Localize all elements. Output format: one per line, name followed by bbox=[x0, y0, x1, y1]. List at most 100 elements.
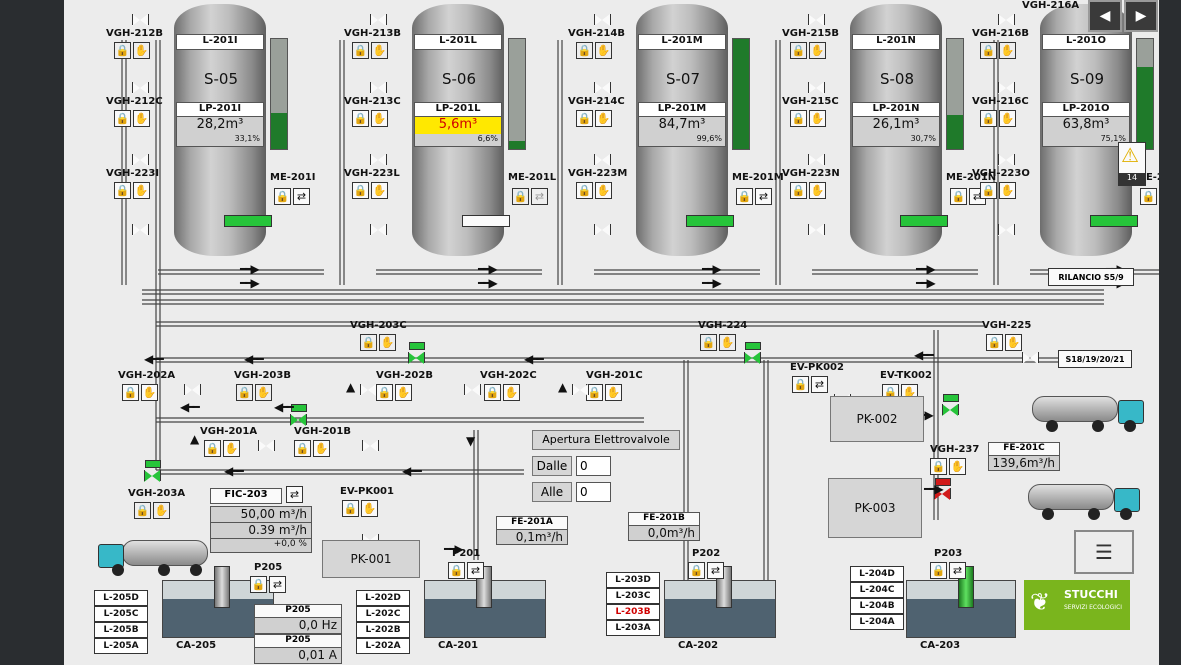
menu-button[interactable]: ☰ bbox=[1074, 530, 1134, 574]
lock-icon[interactable]: 🔒 bbox=[294, 440, 311, 457]
valve-symbol[interactable] bbox=[258, 440, 275, 452]
valve-symbol[interactable] bbox=[132, 154, 149, 166]
auto-mode-icon[interactable]: ⇄ bbox=[467, 562, 484, 579]
manual-hand-icon[interactable]: ✋ bbox=[371, 110, 388, 127]
lock-icon[interactable]: 🔒 bbox=[790, 110, 807, 127]
lock-icon[interactable]: 🔒 bbox=[360, 334, 377, 351]
valve-symbol[interactable] bbox=[362, 440, 379, 452]
manual-hand-icon[interactable]: ✋ bbox=[809, 182, 826, 199]
valve-symbol[interactable] bbox=[594, 82, 611, 94]
lock-icon[interactable]: 🔒 bbox=[700, 334, 717, 351]
manual-hand-icon[interactable]: ✋ bbox=[255, 384, 272, 401]
valve-symbol[interactable] bbox=[290, 404, 307, 426]
lock-icon[interactable]: 🔒 bbox=[576, 110, 593, 127]
alle-input[interactable]: 0 bbox=[576, 482, 611, 502]
lock-icon[interactable]: 🔒 bbox=[576, 42, 593, 59]
pk001-unit[interactable]: PK-001 bbox=[322, 540, 420, 578]
lock-icon[interactable]: 🔒 bbox=[980, 110, 997, 127]
manual-hand-icon[interactable]: ✋ bbox=[371, 182, 388, 199]
submersible-pump[interactable] bbox=[214, 566, 230, 608]
lock-icon[interactable]: 🔒 bbox=[790, 182, 807, 199]
lock-icon[interactable]: 🔒 bbox=[114, 110, 131, 127]
lock-icon[interactable]: 🔒 bbox=[448, 562, 465, 579]
auto-mode-icon[interactable]: ⇄ bbox=[811, 376, 828, 393]
valve-symbol[interactable] bbox=[132, 82, 149, 94]
valve-symbol[interactable] bbox=[998, 82, 1015, 94]
valve-symbol[interactable] bbox=[594, 154, 611, 166]
valve-symbol[interactable] bbox=[408, 342, 425, 364]
valve-symbol[interactable] bbox=[370, 224, 387, 236]
valve-symbol[interactable] bbox=[998, 224, 1015, 236]
lock-icon[interactable]: 🔒 bbox=[950, 188, 967, 205]
valve-symbol[interactable] bbox=[370, 82, 387, 94]
valve-symbol[interactable] bbox=[370, 154, 387, 166]
lock-icon[interactable]: 🔒 bbox=[1140, 188, 1157, 205]
manual-hand-icon[interactable]: ✋ bbox=[999, 182, 1016, 199]
manual-hand-icon[interactable]: ✋ bbox=[153, 502, 170, 519]
lock-icon[interactable]: 🔒 bbox=[512, 188, 529, 205]
lock-icon[interactable]: 🔒 bbox=[688, 562, 705, 579]
valve-symbol[interactable] bbox=[808, 82, 825, 94]
manual-hand-icon[interactable]: ✋ bbox=[223, 440, 240, 457]
valve-symbol[interactable] bbox=[370, 14, 387, 26]
manual-hand-icon[interactable]: ✋ bbox=[999, 110, 1016, 127]
manual-hand-icon[interactable]: ✋ bbox=[949, 458, 966, 475]
pk003-unit[interactable]: PK-003 bbox=[828, 478, 922, 538]
valve-symbol[interactable] bbox=[572, 384, 589, 396]
rilancio-tag[interactable]: RILANCIO S5/9 bbox=[1048, 268, 1134, 286]
valve-symbol[interactable] bbox=[144, 460, 161, 482]
manual-hand-icon[interactable]: ✋ bbox=[719, 334, 736, 351]
manual-hand-icon[interactable]: ✋ bbox=[313, 440, 330, 457]
manual-hand-icon[interactable]: ✋ bbox=[133, 182, 150, 199]
mixer-motor[interactable] bbox=[224, 215, 272, 227]
valve-symbol[interactable] bbox=[808, 224, 825, 236]
manual-hand-icon[interactable]: ✋ bbox=[999, 42, 1016, 59]
lock-icon[interactable]: 🔒 bbox=[792, 376, 809, 393]
valve-symbol[interactable] bbox=[808, 154, 825, 166]
valve-symbol[interactable] bbox=[132, 224, 149, 236]
manual-hand-icon[interactable]: ✋ bbox=[133, 42, 150, 59]
auto-mode-icon[interactable]: ⇄ bbox=[949, 562, 966, 579]
manual-hand-icon[interactable]: ✋ bbox=[595, 42, 612, 59]
nav-prev-button[interactable]: ◀ bbox=[1088, 0, 1122, 32]
lock-icon[interactable]: 🔒 bbox=[236, 384, 253, 401]
valve-symbol[interactable] bbox=[1022, 352, 1039, 364]
valve-symbol[interactable] bbox=[744, 342, 761, 364]
lock-icon[interactable]: 🔒 bbox=[114, 42, 131, 59]
auto-mode-icon[interactable]: ⇄ bbox=[531, 188, 548, 205]
auto-mode-icon[interactable]: ⇄ bbox=[286, 486, 303, 503]
valve-symbol[interactable] bbox=[594, 14, 611, 26]
manual-hand-icon[interactable]: ✋ bbox=[595, 110, 612, 127]
manual-hand-icon[interactable]: ✋ bbox=[809, 110, 826, 127]
lock-icon[interactable]: 🔒 bbox=[980, 42, 997, 59]
mixer-motor[interactable] bbox=[686, 215, 734, 227]
lock-icon[interactable]: 🔒 bbox=[134, 502, 151, 519]
auto-mode-icon[interactable]: ⇄ bbox=[269, 576, 286, 593]
lock-icon[interactable]: 🔒 bbox=[122, 384, 139, 401]
lock-icon[interactable]: 🔒 bbox=[342, 500, 359, 517]
lock-icon[interactable]: 🔒 bbox=[930, 562, 947, 579]
valve-symbol[interactable] bbox=[184, 384, 201, 396]
manual-hand-icon[interactable]: ✋ bbox=[503, 384, 520, 401]
manual-hand-icon[interactable]: ✋ bbox=[809, 42, 826, 59]
manual-hand-icon[interactable]: ✋ bbox=[361, 500, 378, 517]
lock-icon[interactable]: 🔒 bbox=[930, 458, 947, 475]
lock-icon[interactable]: 🔒 bbox=[204, 440, 221, 457]
fic203-setpoint[interactable]: 50,00 m³/h bbox=[210, 506, 312, 523]
auto-mode-icon[interactable]: ⇄ bbox=[293, 188, 310, 205]
manual-hand-icon[interactable]: ✋ bbox=[371, 42, 388, 59]
mixer-motor[interactable] bbox=[900, 215, 948, 227]
valve-symbol[interactable] bbox=[942, 394, 959, 416]
lock-icon[interactable]: 🔒 bbox=[986, 334, 1003, 351]
mixer-motor[interactable] bbox=[462, 215, 510, 227]
lock-icon[interactable]: 🔒 bbox=[352, 182, 369, 199]
manual-hand-icon[interactable]: ✋ bbox=[595, 182, 612, 199]
valve-symbol[interactable] bbox=[132, 14, 149, 26]
manual-hand-icon[interactable]: ✋ bbox=[395, 384, 412, 401]
valve-symbol[interactable] bbox=[998, 154, 1015, 166]
destination-tag[interactable]: S18/19/20/21 bbox=[1058, 350, 1132, 368]
valve-symbol[interactable] bbox=[464, 384, 481, 396]
lock-icon[interactable]: 🔒 bbox=[790, 42, 807, 59]
manual-hand-icon[interactable]: ✋ bbox=[605, 384, 622, 401]
dalle-input[interactable]: 0 bbox=[576, 456, 611, 476]
